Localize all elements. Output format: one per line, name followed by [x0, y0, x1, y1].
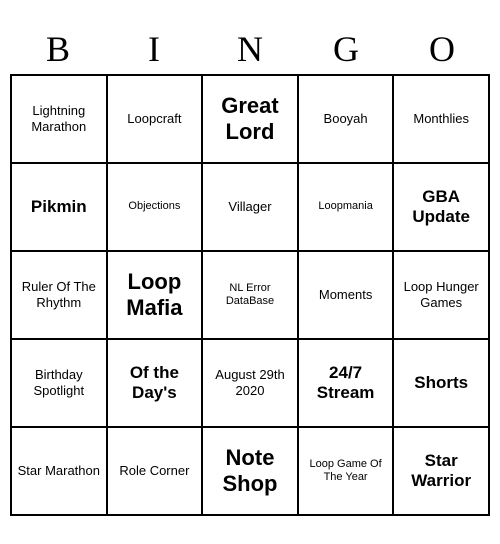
bingo-grid: Lightning Marathon Loopcraft Great Lord Boo…: [10, 74, 490, 516]
cell-text: Villager: [228, 199, 271, 215]
cell-text: NL Error DataBase: [207, 282, 293, 308]
bingo-cell-r0-c4: Monthlies: [394, 76, 490, 164]
cell-text: Lightning Marathon: [16, 103, 102, 134]
cell-text: Monthlies: [413, 111, 469, 127]
cell-text: August 29th 2020: [207, 367, 293, 398]
bingo-cell-r4-c3: Loop Game Of The Year: [299, 428, 395, 516]
bingo-cell-r2-c1: Loop Mafia: [108, 252, 204, 340]
bingo-letter-i: I: [110, 28, 198, 70]
bingo-letter-o: O: [398, 28, 486, 70]
cell-text: Loop Hunger Games: [398, 279, 484, 310]
cell-text: Star Warrior: [398, 451, 484, 492]
bingo-cell-r3-c1: Of the Day's: [108, 340, 204, 428]
bingo-cell-r3-c2: August 29th 2020: [203, 340, 299, 428]
bingo-cell-r2-c3: Moments: [299, 252, 395, 340]
bingo-cell-r1-c4: GBA Update: [394, 164, 490, 252]
cell-text: Role Corner: [119, 463, 189, 479]
cell-text: Of the Day's: [112, 363, 198, 404]
cell-text: Pikmin: [31, 197, 87, 217]
bingo-cell-r2-c2: NL Error DataBase: [203, 252, 299, 340]
bingo-letter-b: B: [14, 28, 102, 70]
bingo-cell-r4-c0: Star Marathon: [12, 428, 108, 516]
cell-text: Loop Mafia: [112, 269, 198, 322]
bingo-cell-r0-c3: Booyah: [299, 76, 395, 164]
bingo-cell-r2-c4: Loop Hunger Games: [394, 252, 490, 340]
cell-text: Note Shop: [207, 445, 293, 498]
bingo-cell-r4-c2: Note Shop: [203, 428, 299, 516]
cell-text: Objections: [128, 200, 180, 213]
cell-text: Ruler Of The Rhythm: [16, 279, 102, 310]
bingo-cell-r1-c3: Loopmania: [299, 164, 395, 252]
cell-text: Star Marathon: [18, 463, 100, 479]
bingo-cell-r1-c2: Villager: [203, 164, 299, 252]
bingo-cell-r3-c4: Shorts: [394, 340, 490, 428]
bingo-header: BINGO: [10, 28, 490, 70]
bingo-cell-r2-c0: Ruler Of The Rhythm: [12, 252, 108, 340]
bingo-letter-g: G: [302, 28, 390, 70]
cell-text: 24/7 Stream: [303, 363, 389, 404]
bingo-cell-r4-c1: Role Corner: [108, 428, 204, 516]
cell-text: Loopcraft: [127, 111, 181, 127]
bingo-cell-r1-c1: Objections: [108, 164, 204, 252]
cell-text: Loopmania: [318, 200, 372, 213]
bingo-board: BINGO Lightning Marathon Loopcraft Great L…: [10, 28, 490, 516]
cell-text: GBA Update: [398, 187, 484, 228]
bingo-cell-r1-c0: Pikmin: [12, 164, 108, 252]
bingo-cell-r0-c0: Lightning Marathon: [12, 76, 108, 164]
bingo-cell-r0-c2: Great Lord: [203, 76, 299, 164]
cell-text: Loop Game Of The Year: [303, 458, 389, 484]
cell-text: Birthday Spotlight: [16, 367, 102, 398]
bingo-cell-r3-c0: Birthday Spotlight: [12, 340, 108, 428]
cell-text: Shorts: [414, 373, 468, 393]
cell-text: Moments: [319, 287, 372, 303]
cell-text: Great Lord: [207, 93, 293, 146]
bingo-cell-r4-c4: Star Warrior: [394, 428, 490, 516]
bingo-cell-r0-c1: Loopcraft: [108, 76, 204, 164]
cell-text: Booyah: [324, 111, 368, 127]
bingo-letter-n: N: [206, 28, 294, 70]
bingo-cell-r3-c3: 24/7 Stream: [299, 340, 395, 428]
